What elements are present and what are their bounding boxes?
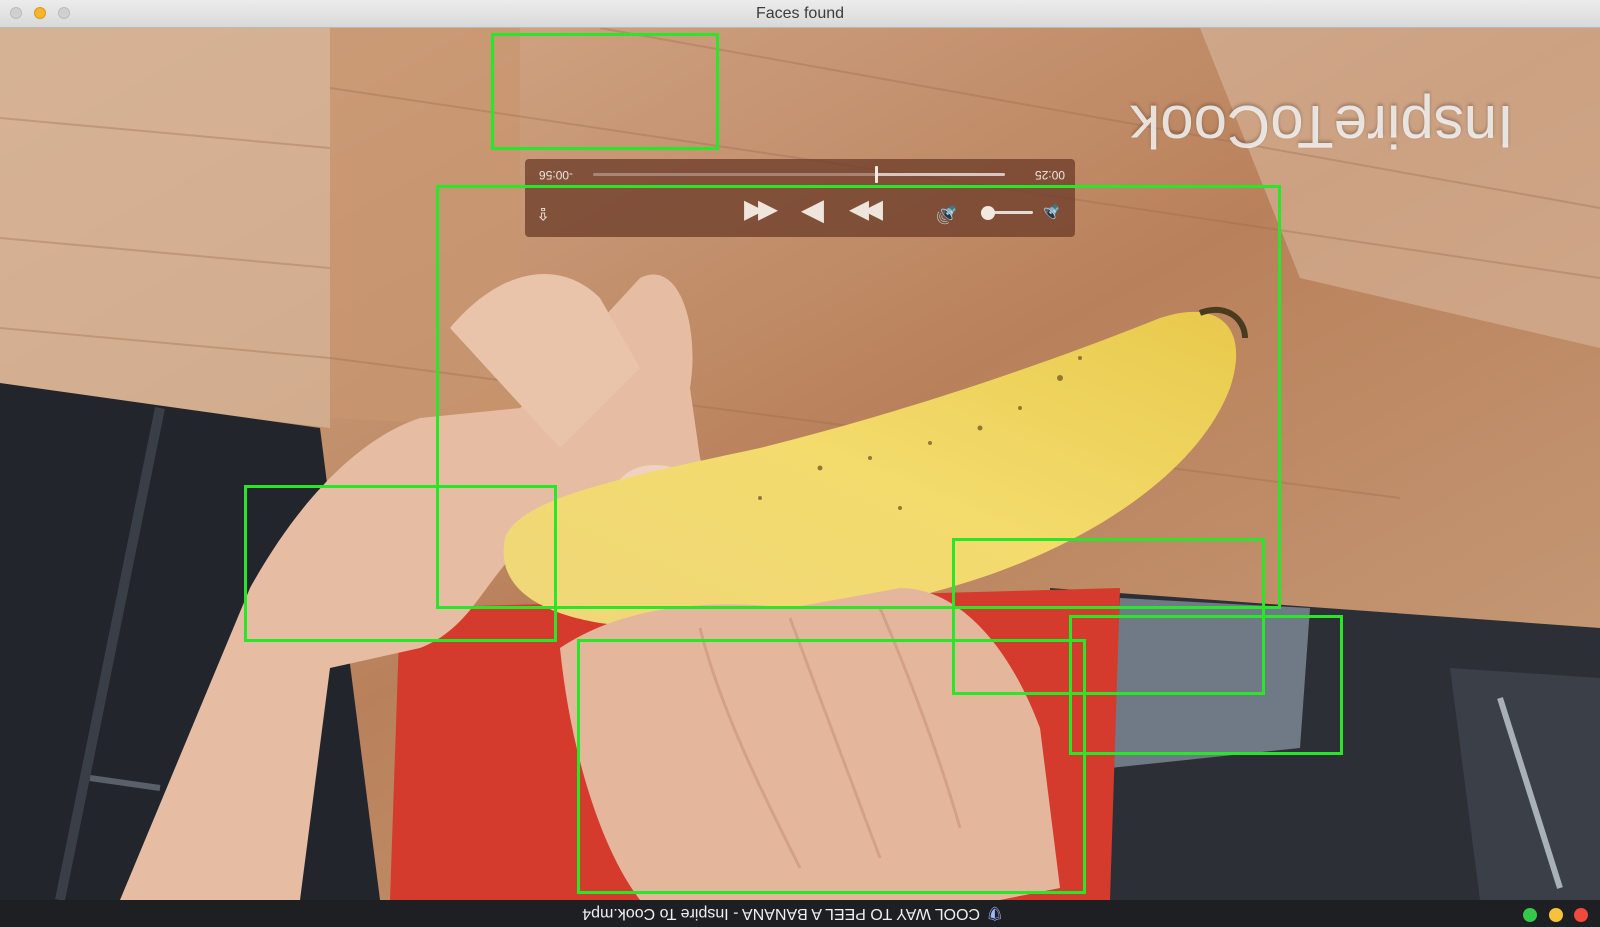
face-detection-box [491, 33, 719, 150]
app-window: Faces found InspireToCook ⇪ ◀◀ ▶ ▶▶ 🔈 🔊 … [0, 0, 1600, 927]
video-frame: InspireToCook ⇪ ◀◀ ▶ ▶▶ 🔈 🔊 00:25 -00:56 [0, 28, 1600, 900]
face-detection-box [1069, 615, 1343, 755]
scrubber-track[interactable] [593, 166, 1005, 183]
channel-watermark: InspireToCook [1130, 93, 1514, 160]
face-detection-box [577, 639, 1086, 894]
status-dot-green[interactable] [1523, 908, 1537, 922]
scrubber-fill [877, 173, 1005, 176]
status-dot-yellow[interactable] [1549, 908, 1563, 922]
file-title: COOL WAY TO PEEL A BANANA - Inspire To C… [582, 905, 981, 922]
face-detection-box [244, 485, 557, 642]
status-bar: 🛡 COOL WAY TO PEEL A BANANA - Inspire To … [0, 900, 1600, 927]
time-remaining: -00:56 [539, 168, 574, 182]
title-bar: Faces found [0, 0, 1600, 28]
file-title-bar: 🛡 COOL WAY TO PEEL A BANANA - Inspire To … [566, 903, 1026, 925]
shield-icon: 🛡 [986, 906, 1004, 922]
window-title: Faces found [755, 5, 845, 22]
time-elapsed: 00:25 [1034, 168, 1065, 182]
scrubber-playhead[interactable] [875, 166, 879, 183]
status-dot-red[interactable] [1574, 908, 1588, 922]
